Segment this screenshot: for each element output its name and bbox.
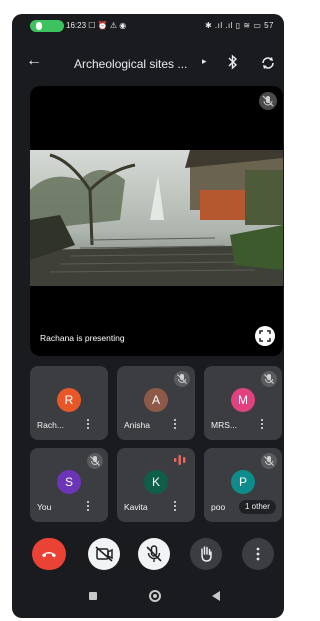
participant-name: Anisha xyxy=(124,420,150,430)
mic-muted-icon xyxy=(261,371,277,387)
fullscreen-icon[interactable] xyxy=(255,326,275,346)
more-vert-icon[interactable] xyxy=(173,419,177,431)
phone-hangup-icon xyxy=(42,552,56,558)
participant-name: Kavita xyxy=(124,502,148,512)
ongoing-call-indicator[interactable] xyxy=(30,20,64,32)
participant-name: Rach... xyxy=(37,420,64,430)
more-vert-icon[interactable] xyxy=(86,501,90,513)
home-icon[interactable] xyxy=(149,590,161,602)
system-nav-bar xyxy=(12,584,284,610)
back-triangle-icon[interactable] xyxy=(212,591,220,601)
status-time: 16:23 ☐ ⏰ ⚠ ◉ xyxy=(66,21,127,30)
end-call-button[interactable] xyxy=(32,538,66,570)
avatar: P xyxy=(231,470,255,494)
more-vert-icon[interactable] xyxy=(260,419,264,431)
participant-tile[interactable]: P poo 1 other xyxy=(204,448,282,522)
avatar: M xyxy=(231,388,255,412)
speaking-indicator-icon xyxy=(174,455,186,465)
recent-apps-icon[interactable] xyxy=(89,592,97,600)
avatar: S xyxy=(57,470,81,494)
raise-hand-button[interactable] xyxy=(190,538,222,570)
meeting-header: ← Archeological sites ... ▸ xyxy=(12,50,284,78)
meeting-title[interactable]: Archeological sites ... xyxy=(74,57,187,71)
mic-muted-icon xyxy=(261,453,277,469)
mic-off-icon xyxy=(146,545,162,562)
more-vert-icon xyxy=(256,547,260,561)
video-off-icon xyxy=(95,546,113,562)
call-controls xyxy=(12,538,284,572)
participant-tile[interactable]: S You xyxy=(30,448,108,522)
avatar: K xyxy=(144,470,168,494)
mic-muted-icon xyxy=(174,371,190,387)
more-vert-icon[interactable] xyxy=(173,501,177,513)
hand-icon xyxy=(201,546,212,562)
participant-name: poo xyxy=(211,502,226,512)
avatar: R xyxy=(57,388,81,412)
chevron-right-icon[interactable]: ▸ xyxy=(202,56,207,67)
avatar: A xyxy=(144,388,168,412)
bluetooth-icon[interactable] xyxy=(228,54,238,70)
presenter-mic-muted-icon xyxy=(259,92,277,110)
more-options-button[interactable] xyxy=(242,538,274,570)
mic-muted-icon xyxy=(87,453,103,469)
camera-toggle-button[interactable] xyxy=(88,538,120,570)
phone-screen: 16:23 ☐ ⏰ ⚠ ◉ ✱ .ıl .ıl ▯ ≋ ▭ 57 ← Arche… xyxy=(12,14,284,618)
others-count-badge[interactable]: 1 other xyxy=(239,500,276,514)
participant-name: You xyxy=(37,502,52,512)
participant-name: MRS... xyxy=(211,420,237,430)
status-indicators: ✱ .ıl .ıl ▯ ≋ ▭ 57 xyxy=(204,21,274,30)
participant-tile[interactable]: A Anisha xyxy=(117,366,195,440)
switch-camera-icon[interactable] xyxy=(260,55,276,71)
presentation-stage[interactable]: Rachana is presenting xyxy=(30,86,283,356)
arrow-left-icon[interactable]: ← xyxy=(26,52,42,70)
phone-icon xyxy=(36,22,42,30)
mic-toggle-button[interactable] xyxy=(138,538,170,570)
participant-tile[interactable]: K Kavita xyxy=(117,448,195,522)
status-bar: 16:23 ☐ ⏰ ⚠ ◉ ✱ .ıl .ıl ▯ ≋ ▭ 57 xyxy=(12,14,284,36)
more-vert-icon[interactable] xyxy=(86,419,90,431)
participant-tile[interactable]: R Rach... xyxy=(30,366,108,440)
participant-tile[interactable]: M MRS... xyxy=(204,366,282,440)
presenting-caption: Rachana is presenting xyxy=(40,333,125,343)
shared-screen-image xyxy=(30,150,283,286)
